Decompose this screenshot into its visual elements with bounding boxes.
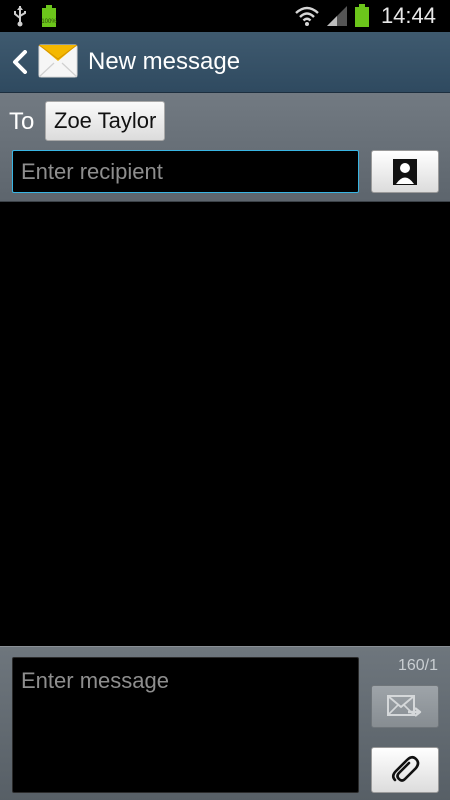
status-time: 14:44 [380,3,436,28]
paperclip-icon [391,755,420,782]
status-right-icons [294,4,370,28]
char-counter: 160/1 [397,657,438,674]
message-input[interactable] [12,657,359,793]
to-label: To [9,108,35,135]
recipient-chip[interactable]: Zoe Taylor [45,101,166,141]
status-bar: 100% 14:44 [0,0,450,32]
recipient-panel: To Zoe Taylor [0,93,450,202]
page-title: New message [88,48,241,75]
send-envelope-icon [387,694,422,717]
battery-small-icon: 100% [41,5,57,27]
contact-picker-button[interactable] [371,150,439,193]
messaging-screen: 100% 14:44 New message To Zoe Taylor Ent… [0,0,450,800]
usb-icon [14,6,26,27]
wifi-icon [295,6,319,26]
battery-icon [355,4,369,27]
envelope-icon[interactable] [38,41,78,81]
signal-icon [327,6,347,26]
status-left-icons: 100% [12,4,58,28]
attach-button[interactable] [371,747,439,793]
action-bar: New message [0,32,450,93]
contact-icon [393,158,417,185]
compose-panel: 160/1 [0,646,450,800]
recipient-input[interactable] [12,150,359,193]
conversation-area [0,202,450,646]
chevron-left-icon[interactable] [10,50,32,74]
battery-percent-label: 100% [41,19,57,25]
send-button[interactable] [371,685,439,728]
